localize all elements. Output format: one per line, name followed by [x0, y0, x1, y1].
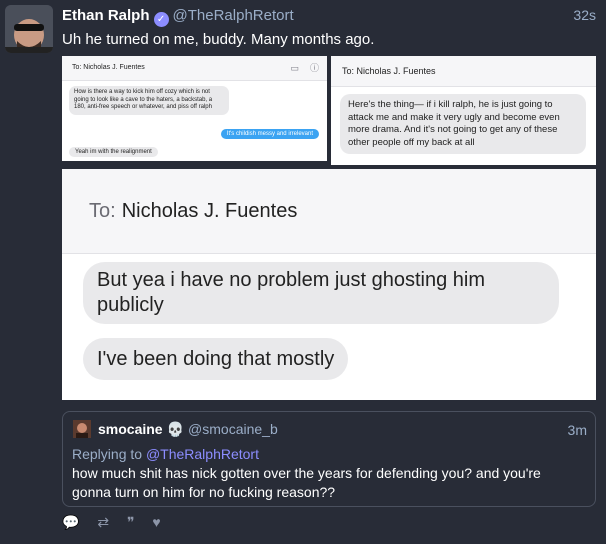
- favourite-icon[interactable]: ♥: [152, 514, 160, 530]
- status-text: Uh he turned on me, buddy. Many months a…: [62, 31, 375, 48]
- post-header: Ethan Ralph ✓ @TheRalphRetort 32s: [62, 7, 596, 27]
- replying-to-label: Replying to: [72, 446, 143, 462]
- recipient-label: To: Nicholas J. Fuentes: [342, 66, 436, 76]
- message-bubble: How is there a way to kick him off cozy …: [69, 86, 229, 115]
- quote-avatar-image: [73, 420, 91, 438]
- attachment-image-2[interactable]: To: Nicholas J. Fuentes Here's the thing…: [331, 56, 596, 165]
- quote-text: how much shit has nick gotten over the y…: [72, 465, 541, 500]
- quote-time[interactable]: 3m: [568, 422, 587, 438]
- action-bar: 💬 ⇄ ❞ ♥: [62, 514, 175, 531]
- quote-avatar[interactable]: [73, 420, 91, 438]
- recipient-name: Nicholas J. Fuentes: [121, 200, 298, 222]
- quote-header: smocaine 💀 @smocaine_b: [98, 421, 278, 438]
- quoted-post[interactable]: smocaine 💀 @smocaine_b 3m Replying to @The…: [62, 411, 596, 507]
- recipient-to-label: To:: [89, 200, 116, 222]
- quote-icon[interactable]: ❞: [127, 514, 135, 531]
- imessage-header: To: Nicholas J. Fuentes: [331, 56, 596, 87]
- avatar[interactable]: [5, 5, 53, 53]
- video-icon: ▭: [290, 63, 299, 73]
- quote-user-handle[interactable]: @smocaine_b: [188, 421, 278, 437]
- recipient-label: To: Nicholas J. Fuentes: [72, 64, 145, 71]
- message-bubble: But yea i have no problem just ghosting …: [83, 262, 559, 324]
- skull-icon: 💀: [166, 421, 185, 437]
- message-bubble: I've been doing that mostly: [83, 338, 349, 380]
- quote-display-name[interactable]: smocaine: [98, 421, 163, 437]
- attachment-image-1[interactable]: To: Nicholas J. Fuentes ▭ ⓘ How is there…: [62, 56, 327, 161]
- message-bubble: Here's the thing— if i kill ralph, he is…: [340, 94, 586, 154]
- verified-icon: ✓: [153, 12, 169, 27]
- imessage-header: To: Nicholas J. Fuentes: [62, 169, 596, 254]
- user-handle[interactable]: @TheRalphRetort: [173, 7, 294, 24]
- avatar-image: [5, 5, 53, 53]
- display-name[interactable]: Ethan Ralph: [62, 7, 150, 24]
- attachment-image-3[interactable]: To: Nicholas J. Fuentes But yea i have no…: [62, 169, 596, 400]
- boost-icon[interactable]: ⇄: [97, 514, 109, 531]
- post-time[interactable]: 32s: [573, 7, 596, 23]
- replying-to: Replying to @TheRalphRetort: [72, 446, 259, 462]
- replying-to-mention[interactable]: @TheRalphRetort: [146, 446, 259, 462]
- info-icon: ⓘ: [309, 63, 319, 73]
- message-bubble: Yeah im with the realignment: [69, 147, 158, 157]
- imessage-header: To: Nicholas J. Fuentes ▭ ⓘ: [62, 56, 327, 81]
- message-bubble-sent: It's childish messy and irrelevant: [220, 129, 319, 139]
- reply-icon[interactable]: 💬: [62, 514, 79, 531]
